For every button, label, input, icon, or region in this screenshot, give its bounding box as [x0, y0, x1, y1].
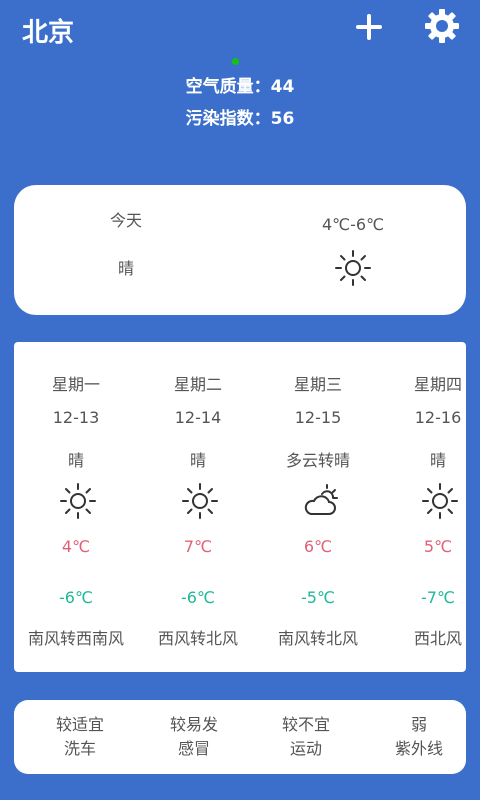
header-bar: 北京 — [0, 0, 480, 60]
forecast-day: 星期四 12-16 晴 5℃ -7℃ 西北风 — [378, 342, 466, 672]
life-index-name: 感冒 — [177, 739, 210, 758]
sun-icon — [335, 250, 371, 286]
forecast-high-temp: 4℃ — [61, 537, 91, 556]
add-city-icon[interactable] — [352, 10, 386, 44]
today-temp-range: 4℃-6℃ — [322, 215, 385, 234]
forecast-date: 12-15 — [294, 408, 342, 427]
life-index-name: 洗车 — [63, 739, 96, 758]
life-index-name: 紫外线 — [394, 739, 443, 758]
life-index-level: 较易发 — [169, 715, 218, 734]
forecast-weather: 晴 — [67, 451, 84, 470]
forecast-high-temp: 6℃ — [303, 537, 333, 556]
forecast-day: 星期二 12-14 晴 7℃ -6℃ 西风转北风 — [138, 342, 258, 672]
life-index-item[interactable]: 较适宜 洗车 — [30, 713, 130, 761]
settings-gear-icon[interactable] — [424, 8, 460, 44]
forecast-weather: 晴 — [189, 451, 206, 470]
air-quality-text: 空气质量：44 — [185, 77, 295, 97]
forecast-weather: 晴 — [429, 451, 446, 470]
today-weather: 晴 — [118, 259, 135, 278]
forecast-high-temp: 5℃ — [423, 537, 453, 556]
sun-icon — [182, 483, 218, 519]
forecast-day: 星期一 12-13 晴 4℃ -6℃ 南风转西南风 — [16, 342, 136, 672]
forecast-low-temp: -6℃ — [181, 588, 215, 607]
today-card: 今天 晴 4℃-6℃ — [14, 185, 466, 315]
sun-icon — [422, 483, 458, 519]
forecast-date: 12-13 — [52, 408, 100, 427]
forecast-wind: 西北风 — [413, 629, 462, 648]
forecast-weekday: 星期二 — [173, 375, 222, 394]
forecast-weather: 多云转晴 — [285, 451, 350, 470]
forecast-wind: 南风转北风 — [277, 629, 358, 648]
forecast-high-temp: 7℃ — [183, 537, 213, 556]
partly-cloudy-icon — [304, 484, 338, 515]
forecast-card[interactable]: 星期一 12-13 晴 4℃ -6℃ 南风转西南风 星期二 12-14 晴 7℃… — [14, 342, 466, 672]
life-index-item[interactable]: 较不宜 运动 — [256, 713, 356, 761]
forecast-low-temp: -5℃ — [301, 588, 335, 607]
life-index-item[interactable]: 较易发 感冒 — [144, 713, 244, 761]
forecast-low-temp: -6℃ — [59, 588, 93, 607]
forecast-wind: 南风转西南风 — [27, 629, 124, 648]
pollution-index-text: 污染指数：56 — [185, 109, 295, 129]
life-index-name: 运动 — [289, 739, 322, 758]
forecast-date: 12-14 — [174, 408, 222, 427]
forecast-date: 12-16 — [414, 408, 462, 427]
sun-icon — [60, 483, 96, 519]
forecast-weekday: 星期一 — [51, 375, 100, 394]
life-index-item[interactable]: 弱 紫外线 — [369, 713, 469, 761]
forecast-low-temp: -7℃ — [421, 588, 455, 607]
indicator-dot — [232, 58, 239, 65]
forecast-day: 星期三 12-15 多云转晴 6℃ -5℃ 南风转北风 — [258, 342, 378, 672]
forecast-wind: 西风转北风 — [157, 629, 238, 648]
life-index-level: 较不宜 — [281, 715, 330, 734]
city-name[interactable]: 北京 — [22, 12, 74, 49]
today-label: 今天 — [110, 211, 143, 230]
life-index-level: 较适宜 — [55, 715, 104, 734]
life-index-level: 弱 — [410, 715, 427, 734]
life-index-card: 较适宜 洗车 较易发 感冒 较不宜 运动 弱 紫外线 — [14, 700, 466, 774]
forecast-weekday: 星期四 — [413, 375, 462, 394]
forecast-weekday: 星期三 — [293, 375, 342, 394]
